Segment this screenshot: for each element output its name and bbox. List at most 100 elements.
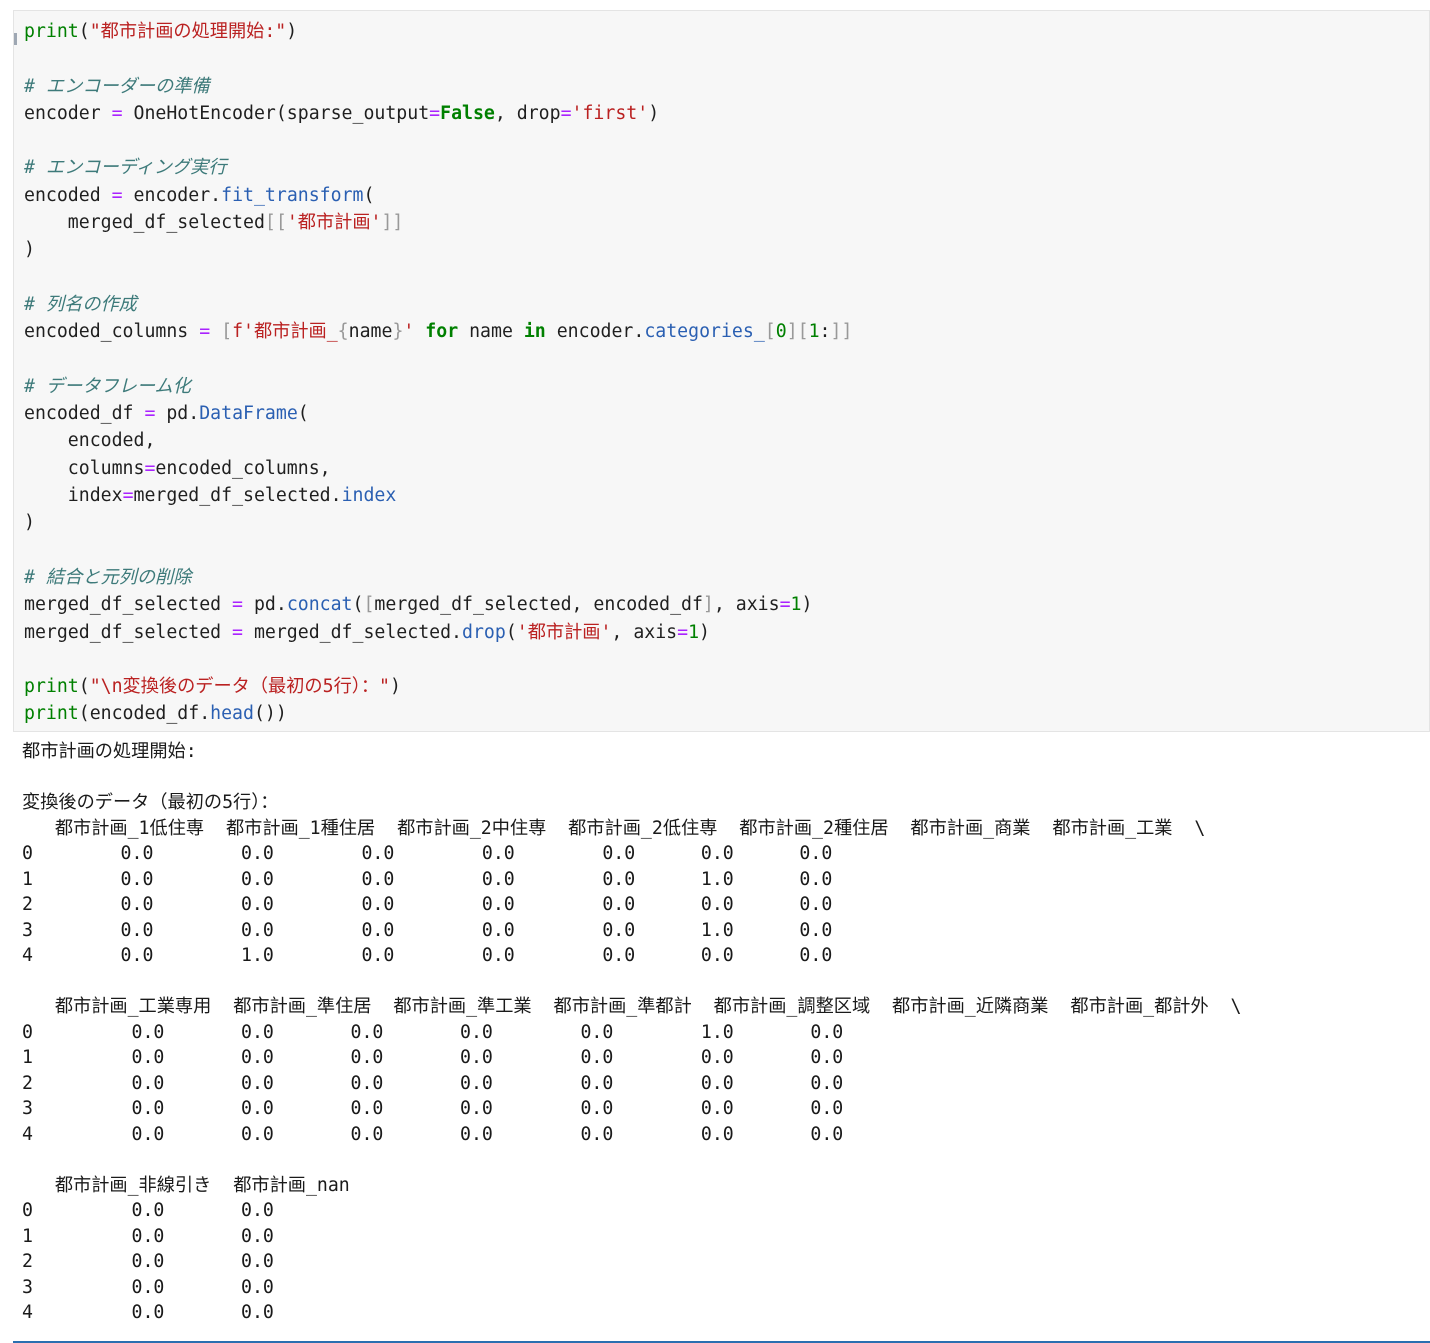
code-line: print("都市計画の処理開始:") — [24, 18, 852, 45]
code-token: = — [560, 102, 572, 124]
code-cell[interactable]: print("都市計画の処理開始:") # エンコーダーの準備 encoder =… — [13, 10, 1430, 732]
code-token: = — [779, 594, 791, 616]
code-token: columns — [24, 457, 145, 479]
output-line: 1 0.0 0.0 0.0 0.0 0.0 1.0 0.0 — [22, 868, 833, 890]
code-line: # 結合と元列の削除 — [24, 564, 852, 591]
code-token: encoder. — [545, 321, 645, 343]
code-token: [ — [764, 321, 776, 343]
output-line: 0 0.0 0.0 — [22, 1200, 274, 1221]
code-token: for — [425, 321, 459, 343]
code-token: = — [122, 485, 134, 507]
code-line: # 列名の作成 — [24, 291, 852, 318]
code-token: print — [24, 703, 79, 725]
code-token: ( — [505, 621, 517, 643]
code-line: ) — [24, 509, 852, 536]
code-token: , drop — [494, 102, 561, 124]
code-token: , axis — [611, 621, 678, 643]
code-token: "都市計画の処理開始:" — [89, 21, 287, 42]
code-token: # エンコーダーの準備 — [24, 75, 210, 97]
code-token: = — [199, 321, 211, 343]
code-token: = — [144, 457, 156, 479]
code-token: OneHotEncoder(sparse_output — [122, 102, 430, 124]
code-token: encoder. — [122, 184, 222, 206]
code-token: merged_df_selected. — [243, 621, 462, 643]
code-token: merged_df_selected, encoded_df — [374, 594, 703, 616]
code-token: ]] — [830, 321, 853, 343]
code-token: categories_ — [644, 321, 765, 343]
code-line: print("\n変換後のデータ（最初の5行）：") — [24, 673, 852, 700]
cell-marker — [14, 33, 17, 45]
output-line: 2 0.0 0.0 0.0 0.0 0.0 0.0 0.0 — [22, 894, 833, 915]
code-token: # エンコーディング実行 — [24, 157, 227, 179]
code-token: drop — [462, 621, 506, 643]
code-token: fit_transform — [221, 184, 364, 206]
output-line: 2 0.0 0.0 — [22, 1251, 274, 1272]
code-token: } — [392, 321, 404, 343]
code-token: index — [341, 485, 397, 507]
output-line: 変換後のデータ（最初の5行）： — [22, 792, 279, 813]
code-token: name — [458, 321, 524, 343]
code-editor[interactable]: print("都市計画の処理開始:") # エンコーダーの準備 encoder =… — [24, 18, 852, 728]
output-line: 3 0.0 0.0 0.0 0.0 0.0 0.0 0.0 — [22, 1098, 844, 1119]
code-token: ]] — [381, 212, 404, 234]
cell-output: 都市計画の処理開始: 変換後のデータ（最初の5行）： 都市計画_1低住専 都市計… — [22, 739, 1242, 1326]
code-token: ( — [363, 184, 375, 206]
code-line: encoder = OneHotEncoder(sparse_output=Fa… — [24, 100, 852, 127]
code-token: encoded_df — [24, 403, 145, 425]
code-token: ) — [699, 621, 710, 643]
code-line: encoded_df = pd.DataFrame( — [24, 400, 852, 427]
code-token: print — [24, 676, 79, 698]
code-token: merged_df_selected — [24, 621, 233, 643]
code-line: ) — [24, 236, 852, 263]
code-line: # データフレーム化 — [24, 373, 852, 400]
code-token: '都市計画' — [516, 621, 612, 643]
code-token: [ — [363, 594, 375, 616]
output-line: 3 0.0 0.0 0.0 0.0 0.0 1.0 0.0 — [22, 919, 833, 941]
code-token: print — [24, 21, 79, 42]
code-token: in — [523, 321, 546, 343]
code-token: ' — [403, 321, 415, 343]
code-token: encoded_columns, — [155, 457, 331, 479]
code-token: '都市計画' — [286, 212, 382, 234]
code-token: merged_df_selected. — [133, 485, 342, 507]
code-token: merged_df_selected — [24, 212, 265, 234]
code-token: name — [348, 321, 393, 343]
output-line: 1 0.0 0.0 0.0 0.0 0.0 0.0 0.0 — [22, 1047, 844, 1068]
code-token: = — [232, 594, 243, 616]
code-token: = — [232, 621, 243, 643]
code-token: (encoded_df. — [78, 703, 211, 725]
code-token: 1 — [688, 621, 700, 643]
output-line: 都市計画_工業専用 都市計画_準住居 都市計画_準工業 都市計画_準都計 都市計… — [22, 996, 1242, 1017]
code-token: f'都市計画_ — [232, 321, 338, 343]
output-line: 4 0.0 1.0 0.0 0.0 0.0 0.0 0.0 — [22, 945, 833, 966]
code-token: # データフレーム化 — [24, 375, 191, 397]
code-token: , axis — [713, 594, 780, 616]
code-token: encoded_columns — [24, 321, 200, 343]
code-token: ( — [297, 403, 309, 425]
code-token: ] — [702, 594, 714, 616]
code-token: encoded, — [24, 430, 156, 452]
code-token: = — [111, 184, 123, 206]
code-token: # 結合と元列の削除 — [24, 566, 192, 588]
code-token: ( — [352, 594, 364, 616]
output-line: 1 0.0 0.0 — [22, 1225, 274, 1247]
code-token: encoder — [24, 102, 112, 124]
code-line: index=merged_df_selected.index — [24, 482, 852, 509]
code-token: pd. — [155, 403, 200, 425]
code-line: # エンコーディング実行 — [24, 154, 852, 181]
code-token: # 列名の作成 — [24, 293, 137, 315]
code-token: 1 — [808, 321, 820, 343]
code-token: = — [111, 102, 123, 124]
code-line: encoded = encoder.fit_transform( — [24, 182, 852, 209]
code-token: 0 — [775, 321, 787, 343]
code-token: [ — [221, 321, 233, 343]
